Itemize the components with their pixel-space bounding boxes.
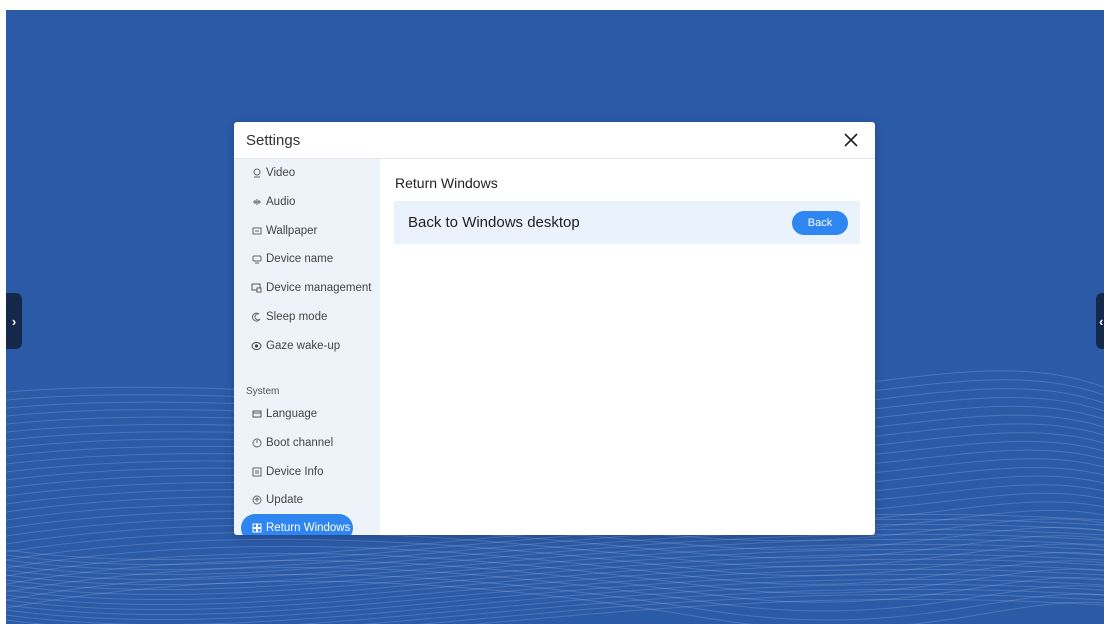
sidebar-item-label: Language <box>266 408 318 420</box>
sidebar-item-label: Device management <box>266 282 372 294</box>
sidebar-item-language[interactable]: Language <box>241 400 353 428</box>
video-icon <box>251 168 262 179</box>
sleep-mode-icon <box>251 312 262 323</box>
sidebar-item-label: Audio <box>266 196 296 208</box>
language-icon <box>251 409 262 420</box>
sidebar-item-audio[interactable]: Audio <box>241 188 353 216</box>
left-panel-toggle[interactable]: › <box>6 293 22 349</box>
sidebar-item-device-info[interactable]: Device Info <box>241 458 353 486</box>
dialog-header: Settings <box>234 122 875 159</box>
sidebar-item-label: Update <box>266 494 304 506</box>
settings-sidebar: Video Audio Wallpaper Device name Device… <box>234 159 380 535</box>
content-title: Return Windows <box>395 175 498 191</box>
sidebar-item-label: Return Windows <box>266 522 351 534</box>
device-management-icon <box>251 283 262 294</box>
update-icon <box>251 495 262 506</box>
close-button[interactable] <box>839 128 863 152</box>
sidebar-item-device-name[interactable]: Device name <box>241 245 353 273</box>
chevron-left-icon: ‹ <box>1099 313 1104 329</box>
sidebar-item-label: Wallpaper <box>266 225 318 237</box>
device-info-icon <box>251 467 262 478</box>
sidebar-item-video[interactable]: Video <box>241 159 353 187</box>
sidebar-item-boot-channel[interactable]: Boot channel <box>241 429 353 457</box>
chevron-right-icon: › <box>11 313 17 329</box>
sidebar-item-label: Video <box>266 167 296 179</box>
sidebar-item-return-windows[interactable]: Return Windows <box>241 514 353 535</box>
row-label: Back to Windows desktop <box>408 214 580 231</box>
eye-icon <box>251 341 262 352</box>
sidebar-item-label: Device name <box>266 253 334 265</box>
sidebar-item-sleep-mode[interactable]: Sleep mode <box>241 303 353 331</box>
return-windows-row: Back to Windows desktop Back <box>394 201 860 244</box>
sidebar-item-label: Gaze wake-up <box>266 340 341 352</box>
dialog-title: Settings <box>246 132 301 149</box>
settings-dialog: Settings Video Audio Wallpaper Device na… <box>234 122 875 535</box>
section-label-system: System <box>246 386 280 397</box>
right-panel-toggle[interactable]: ‹ <box>1096 293 1104 349</box>
sidebar-item-label: Sleep mode <box>266 311 328 323</box>
sidebar-item-wallpaper[interactable]: Wallpaper <box>241 217 353 245</box>
sidebar-item-gaze-wake-up[interactable]: Gaze wake-up <box>241 332 353 360</box>
audio-icon <box>251 197 262 208</box>
device-name-icon <box>251 254 262 265</box>
boot-channel-icon <box>251 438 262 449</box>
sidebar-item-update[interactable]: Update <box>241 486 353 514</box>
sidebar-item-device-management[interactable]: Device management <box>241 274 372 302</box>
sidebar-item-label: Device Info <box>266 466 324 478</box>
desktop-background: › ‹ Settings Video Audio Wallpaper Devic… <box>6 10 1104 624</box>
windows-icon <box>251 523 262 534</box>
sidebar-item-label: Boot channel <box>266 437 334 449</box>
back-button[interactable]: Back <box>792 211 848 235</box>
wallpaper-icon <box>251 226 262 237</box>
close-icon <box>844 133 858 147</box>
